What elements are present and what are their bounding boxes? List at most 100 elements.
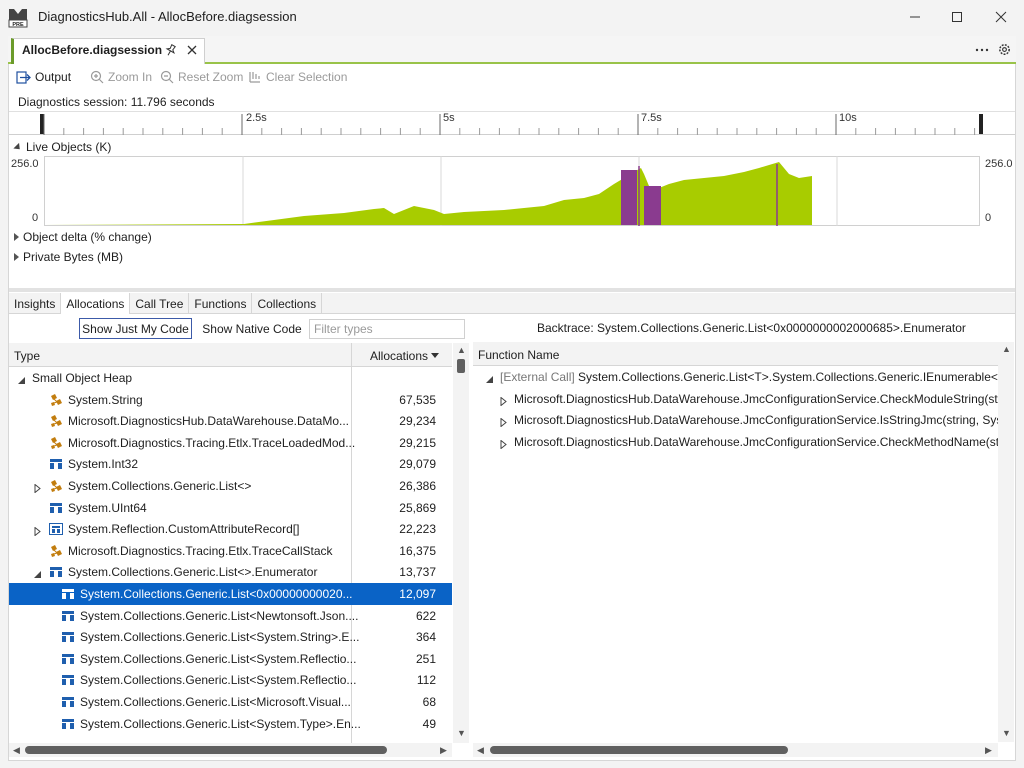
filter-types-input[interactable] [309,319,465,339]
collapse-triangle-icon[interactable] [485,373,494,387]
window-title: DiagnosticsHub.All - AllocBefore.diagses… [38,9,297,24]
struct-icon [60,651,76,667]
scroll-down-icon[interactable]: ▼ [1002,728,1011,738]
type-name: Small Object Heap [32,371,133,385]
types-horizontal-scroll-thumb[interactable] [25,746,387,754]
backtrace-horizontal-scroll-thumb[interactable] [490,746,788,754]
table-row[interactable]: System.Collections.Generic.List<>.Enumer… [9,561,452,583]
tab-insights[interactable]: Insights [9,293,62,314]
expand-triangle-icon[interactable] [499,416,508,430]
tick-label: 2.5s [246,112,267,124]
scroll-left-icon[interactable]: ◀ [13,745,20,756]
column-header-function-name[interactable]: Function Name [478,348,559,362]
column-header-allocations[interactable]: Allocations [370,349,440,363]
scroll-up-icon[interactable]: ▲ [1002,344,1011,354]
column-header-type[interactable]: Type [14,349,40,363]
scroll-left-icon[interactable]: ◀ [477,745,484,756]
y-min-left: 0 [32,212,39,224]
minimize-button[interactable] [892,0,938,34]
more-options-icon[interactable] [975,42,989,59]
selection-band [644,186,661,225]
expand-triangle-icon[interactable] [33,525,42,539]
expand-triangle-icon[interactable] [499,438,508,452]
zoom-out-icon [160,70,174,84]
clear-selection-button[interactable]: Clear Selection [248,68,347,86]
clear-selection-label: Clear Selection [266,70,348,84]
table-row[interactable]: System.Collections.Generic.List<Newtonso… [9,605,452,627]
table-row[interactable]: System.Reflection.CustomAttributeRecord[… [9,518,452,540]
expand-triangle-icon[interactable] [33,482,42,496]
allocation-count: 112 [416,673,436,688]
scroll-right-icon[interactable]: ▶ [440,745,447,756]
struct-icon [60,672,76,688]
collapse-triangle-icon[interactable] [17,374,26,388]
gear-icon[interactable] [997,42,1012,57]
object-delta-label: Object delta (% change) [23,230,152,244]
table-row[interactable]: System.UInt64 25,869 [9,497,452,519]
table-row[interactable]: Microsoft.Diagnostics.Tracing.Etlx.Trace… [9,432,452,454]
tab-call-tree[interactable]: Call Tree [130,293,190,314]
types-vertical-scroll-thumb[interactable] [457,359,465,373]
backtrace-vertical-scrollbar[interactable] [998,342,1014,742]
document-tab-label: AllocBefore.diagsession [22,43,163,57]
backtrace-row[interactable]: Microsoft.DiagnosticsHub.DataWarehouse.J… [473,409,998,431]
live-objects-graph[interactable] [44,156,980,226]
table-row[interactable]: System.Collections.Generic.List<System.R… [9,648,452,670]
collapse-triangle-icon [13,142,23,152]
table-row[interactable]: System.Collections.Generic.List<System.R… [9,669,452,691]
table-row[interactable]: Microsoft.Diagnostics.Tracing.Etlx.Trace… [9,540,452,562]
close-window-button[interactable] [978,0,1024,34]
scroll-up-icon[interactable]: ▲ [457,345,466,355]
tab-functions[interactable]: Functions [189,293,253,314]
scroll-right-icon[interactable]: ▶ [985,745,992,756]
selection-band [621,170,637,225]
just-my-code-toggle[interactable]: Show Just My Code [79,318,192,339]
table-row[interactable]: System.Int32 29,079 [9,453,452,475]
types-vertical-scrollbar[interactable] [453,343,469,743]
table-row[interactable]: System.Collections.Generic.List<System.T… [9,713,452,735]
timeline-ruler[interactable] [9,111,1015,135]
live-objects-header[interactable]: Live Objects (K) [13,140,111,154]
native-code-toggle[interactable]: Show Native Code [199,318,305,339]
table-row[interactable]: System.Collections.Generic.List<0x000000… [9,583,452,605]
sort-descending-icon [431,353,440,358]
private-bytes-header[interactable]: Private Bytes (MB) [14,250,123,264]
backtrace-row[interactable]: Microsoft.DiagnosticsHub.DataWarehouse.J… [473,431,998,453]
tick-label: 5s [443,112,455,124]
allocation-count: 364 [415,630,436,645]
struct-icon [60,629,76,645]
allocation-count: 251 [415,651,436,666]
collapse-triangle-icon[interactable] [33,568,42,582]
table-row[interactable]: System.String 67,535 [9,389,452,411]
type-name: System.Collections.Generic.List<0x000000… [80,587,353,601]
backtrace-title: Backtrace: System.Collections.Generic.Li… [537,321,966,335]
pane-splitter[interactable] [9,288,1015,292]
type-name: System.UInt64 [68,500,147,515]
output-button[interactable]: Output [16,68,71,86]
allocation-count: 12,097 [399,587,436,601]
y-max-right: 256.0 [985,158,1013,170]
backtrace-row[interactable]: Microsoft.DiagnosticsHub.DataWarehouse.J… [473,388,998,410]
function-name: Microsoft.DiagnosticsHub.DataWarehouse.J… [514,413,998,427]
allocation-count: 49 [422,716,436,731]
function-name-text: Microsoft.DiagnosticsHub.DataWarehouse.J… [514,413,998,428]
zoom-in-button[interactable]: Zoom In [90,68,152,86]
type-name: System.Collections.Generic.List<System.R… [80,651,357,666]
expand-triangle-icon[interactable] [499,395,508,409]
backtrace-row[interactable]: [External Call] System.Collections.Gener… [473,366,998,388]
allocation-count: 26,386 [399,479,436,493]
reset-zoom-button[interactable]: Reset Zoom [160,68,243,86]
scroll-down-icon[interactable]: ▼ [457,728,466,738]
tab-collections[interactable]: Collections [252,293,323,314]
table-row[interactable]: System.Collections.Generic.List<Microsof… [9,691,452,713]
close-tab-icon[interactable] [186,44,198,56]
maximize-button[interactable] [934,0,980,34]
table-row[interactable]: Small Object Heap [9,367,452,389]
pin-icon[interactable] [164,43,178,57]
table-row[interactable]: Microsoft.DiagnosticsHub.DataWarehouse.D… [9,410,452,432]
table-row[interactable]: System.Collections.Generic.List<System.S… [9,626,452,648]
type-name: Microsoft.DiagnosticsHub.DataWarehouse.D… [68,414,350,429]
table-row[interactable]: System.Collections.Generic.List<> 26,386 [9,475,452,497]
tab-allocations[interactable]: Allocations [61,293,131,314]
object-delta-header[interactable]: Object delta (% change) [14,230,152,244]
